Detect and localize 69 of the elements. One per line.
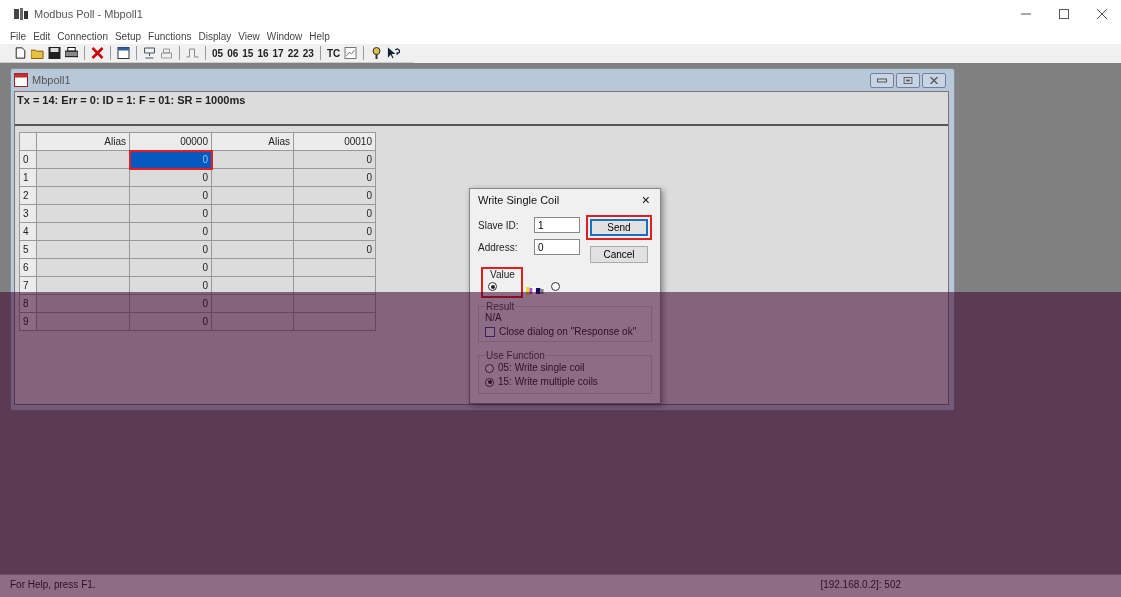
checkbox-label: Close dialog on "Response ok" — [499, 326, 637, 337]
context-help-icon[interactable] — [387, 47, 401, 59]
dialog-button[interactable]: Send — [586, 215, 652, 240]
maximize-icon[interactable] — [1059, 9, 1069, 19]
column-header: Alias — [211, 132, 294, 151]
menu-item[interactable]: View — [238, 30, 260, 42]
open-folder-icon[interactable] — [31, 47, 44, 59]
radio-label: 05: Write single coil — [498, 361, 585, 375]
function-code-button[interactable]: 22 — [287, 47, 299, 59]
radio-button[interactable] — [485, 377, 494, 387]
close-icon[interactable] — [1097, 9, 1107, 19]
function-code-button[interactable]: 05 — [212, 47, 224, 59]
pulse-icon[interactable] — [186, 47, 199, 59]
menu-item[interactable]: Help — [309, 30, 330, 42]
function-code-button[interactable]: 16 — [257, 47, 269, 59]
delete-icon[interactable] — [91, 47, 104, 59]
checkbox[interactable] — [485, 326, 495, 337]
input-field[interactable]: 0 — [534, 239, 580, 255]
radio-button[interactable] — [485, 363, 494, 373]
minimize-button[interactable] — [870, 72, 894, 88]
column-header: Alias — [36, 132, 130, 151]
function-code-button[interactable]: 15 — [242, 47, 254, 59]
poll-status-text: Tx = 14: Err = 0: ID = 1: F = 01: SR = 1000ms — [15, 92, 948, 126]
radio-button[interactable] — [488, 282, 497, 291]
group-label: Result — [485, 301, 516, 312]
restore-button[interactable] — [896, 72, 920, 88]
radio-button[interactable] — [551, 282, 560, 291]
dialog-title: Write Single Coil — [478, 194, 560, 206]
table-cell: 0 — [129, 150, 212, 169]
menu-item[interactable]: Display — [198, 30, 232, 42]
glitch-artifact-drawing — [526, 286, 544, 296]
menu-item[interactable]: Window — [266, 30, 303, 42]
document-icon — [14, 73, 28, 87]
function-code-button[interactable]: 23 — [302, 47, 314, 59]
child-window-title: Mbpoll1 — [32, 74, 71, 86]
menu-item[interactable]: Edit — [33, 30, 51, 42]
connection-status: [192.168.0.2]: 502 — [820, 578, 901, 590]
close-icon — [929, 76, 939, 84]
result-text: N/A — [485, 312, 503, 323]
window-title: Modbus Poll - Mbpoll1 — [34, 8, 143, 20]
monitor-icon[interactable] — [344, 47, 358, 59]
group-label: Value — [489, 269, 516, 280]
group-label: Use Function — [485, 350, 546, 361]
new-file-icon[interactable] — [14, 47, 27, 59]
highlight-frame — [481, 267, 523, 298]
help-icon[interactable] — [370, 47, 384, 59]
field-label: Address: — [478, 241, 519, 253]
function-code-button[interactable]: 17 — [272, 47, 284, 59]
status-text: For Help, press F1. — [10, 578, 96, 590]
field-label: Slave ID: — [478, 219, 520, 231]
menu-item[interactable]: Setup — [114, 30, 142, 42]
traffic-button[interactable]: TC — [326, 47, 341, 59]
restore-icon — [903, 76, 913, 84]
radio-label: 15: Write multiple coils — [498, 375, 598, 389]
function-code-button[interactable]: 06 — [227, 47, 239, 59]
window-icon[interactable] — [117, 47, 130, 59]
minimize-icon — [877, 76, 887, 84]
column-header: 00000 — [129, 132, 212, 151]
close-button[interactable] — [922, 72, 946, 88]
connect-icon[interactable] — [143, 47, 156, 59]
print-icon[interactable] — [65, 47, 78, 59]
save-icon[interactable] — [48, 47, 61, 59]
menu-item[interactable]: Functions — [148, 30, 192, 42]
app-icon — [14, 8, 28, 20]
input-field[interactable]: 1 — [534, 217, 580, 233]
column-header: 00010 — [293, 132, 376, 151]
menu-item[interactable]: File — [10, 30, 27, 42]
close-button[interactable]: × — [639, 192, 652, 208]
menu-item[interactable]: Connection — [57, 30, 108, 42]
